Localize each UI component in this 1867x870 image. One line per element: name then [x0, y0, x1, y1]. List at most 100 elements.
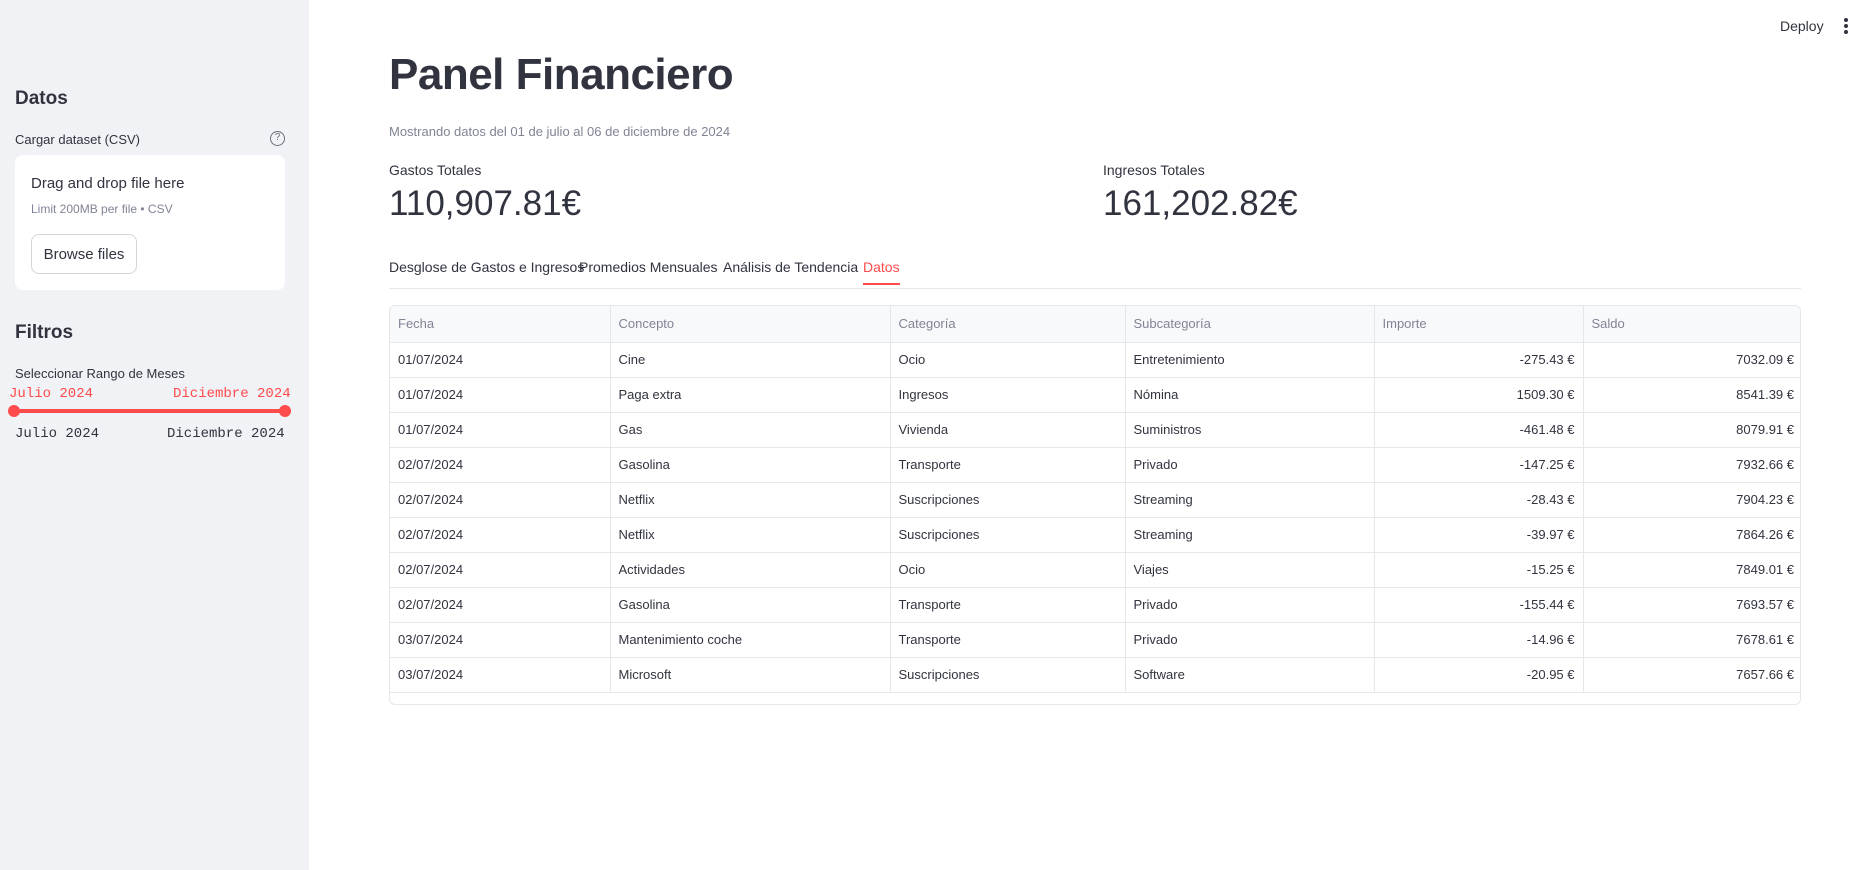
- cell-categoria[interactable]: Suscripciones: [890, 517, 1126, 553]
- column-header-fecha[interactable]: Fecha: [390, 306, 611, 343]
- column-header-categoria[interactable]: Categoría: [890, 306, 1126, 343]
- tab-promedios[interactable]: Promedios Mensuales: [579, 259, 718, 283]
- cell-subcategoria[interactable]: Suministros: [1125, 412, 1375, 448]
- metric-value-gastos: 110,907.81€: [389, 184, 582, 223]
- column-header-subcategoria[interactable]: Subcategoría: [1125, 306, 1375, 343]
- tab-datos[interactable]: Datos: [863, 259, 900, 285]
- slider-max-label: Diciembre 2024: [167, 426, 285, 442]
- browse-files-button[interactable]: Browse files: [31, 234, 137, 274]
- question-circle-icon[interactable]: ?: [270, 131, 285, 146]
- metric-label-gastos: Gastos Totales: [389, 162, 482, 178]
- cell-concepto[interactable]: Paga extra: [610, 377, 891, 413]
- cell-subcategoria[interactable]: Privado: [1125, 622, 1375, 658]
- dropzone-limit: Limit 200MB per file • CSV: [31, 202, 173, 216]
- cell-saldo[interactable]: 7032.09 €: [1583, 342, 1800, 378]
- cell-saldo[interactable]: 7932.66 €: [1583, 447, 1800, 483]
- data-table[interactable]: Fecha Concepto Categoría Subcategoría Im…: [389, 305, 1801, 705]
- cell-subcategoria[interactable]: Streaming: [1125, 517, 1375, 553]
- cell-concepto[interactable]: Gasolina: [610, 447, 891, 483]
- cell-categoria[interactable]: Transporte: [890, 447, 1126, 483]
- cell-importe[interactable]: -28.43 €: [1374, 482, 1584, 518]
- file-dropzone[interactable]: Drag and drop file here Limit 200MB per …: [15, 155, 285, 290]
- page-title: Panel Financiero: [389, 50, 734, 99]
- table-row[interactable]: 02/07/2024 Actividades Ocio Viajes -15.25 €7…: [390, 552, 1800, 588]
- slider-label: Seleccionar Rango de Meses: [15, 366, 185, 381]
- cell-concepto[interactable]: Microsoft: [610, 657, 891, 693]
- cell-fecha[interactable]: 02/07/2024: [390, 447, 611, 483]
- tab-analisis[interactable]: Análisis de Tendencia: [723, 259, 858, 283]
- month-range-slider-track[interactable]: [14, 409, 285, 413]
- cell-concepto[interactable]: Cine: [610, 342, 891, 378]
- cell-importe[interactable]: -15.25 €: [1374, 552, 1584, 588]
- cell-importe[interactable]: -275.43 €: [1374, 342, 1584, 378]
- column-header-importe[interactable]: Importe: [1374, 306, 1584, 343]
- tab-desglose[interactable]: Desglose de Gastos e Ingresos: [389, 259, 584, 283]
- cell-importe[interactable]: -155.44 €: [1374, 587, 1584, 623]
- cell-fecha[interactable]: 01/07/2024: [390, 377, 611, 413]
- cell-fecha[interactable]: 02/07/2024: [390, 552, 611, 588]
- table-row[interactable]: 02/07/2024 Gasolina Transporte Privado -147.…: [390, 447, 1800, 483]
- cell-saldo[interactable]: 8541.39 €: [1583, 377, 1800, 413]
- cell-subcategoria[interactable]: Nómina: [1125, 377, 1375, 413]
- table-row[interactable]: 01/07/2024 Gas Vivienda Suministros -461.48 …: [390, 412, 1800, 448]
- cell-fecha[interactable]: 03/07/2024: [390, 657, 611, 693]
- cell-subcategoria[interactable]: Software: [1125, 657, 1375, 693]
- cell-categoria[interactable]: Ingresos: [890, 377, 1126, 413]
- table-row[interactable]: 02/07/2024 Netflix Suscripciones Streaming -…: [390, 482, 1800, 518]
- cell-fecha[interactable]: 02/07/2024: [390, 517, 611, 553]
- cell-importe[interactable]: -20.95 €: [1374, 657, 1584, 693]
- cell-fecha[interactable]: 02/07/2024: [390, 587, 611, 623]
- cell-categoria[interactable]: Suscripciones: [890, 657, 1126, 693]
- cell-categoria[interactable]: Ocio: [890, 342, 1126, 378]
- column-header-concepto[interactable]: Concepto: [610, 306, 891, 343]
- table-header-row: Fecha Concepto Categoría Subcategoría Im…: [390, 306, 1800, 343]
- cell-fecha[interactable]: 02/07/2024: [390, 482, 611, 518]
- deploy-button[interactable]: Deploy: [1780, 18, 1824, 34]
- cell-saldo[interactable]: 8079.91 €: [1583, 412, 1800, 448]
- slider-value-start: Julio 2024: [9, 386, 94, 402]
- table-row[interactable]: 02/07/2024 Netflix Suscripciones Streaming -…: [390, 517, 1800, 553]
- slider-min-label: Julio 2024: [15, 426, 100, 442]
- cell-importe[interactable]: -14.96 €: [1374, 622, 1584, 658]
- cell-saldo[interactable]: 7693.57 €: [1583, 587, 1800, 623]
- table-row[interactable]: 03/07/2024 Microsoft Suscripciones Software…: [390, 657, 1800, 693]
- cell-saldo[interactable]: 7678.61 €: [1583, 622, 1800, 658]
- column-header-saldo[interactable]: Saldo: [1583, 306, 1800, 343]
- cell-subcategoria[interactable]: Privado: [1125, 447, 1375, 483]
- sidebar: Datos Cargar dataset (CSV) ? Drag and dr…: [0, 0, 309, 870]
- cell-importe[interactable]: -39.97 €: [1374, 517, 1584, 553]
- cell-concepto[interactable]: Netflix: [610, 517, 891, 553]
- cell-fecha[interactable]: 01/07/2024: [390, 342, 611, 378]
- cell-concepto[interactable]: Mantenimiento coche: [610, 622, 891, 658]
- table-row[interactable]: 03/07/2024 Mantenimiento coche Transporte P…: [390, 622, 1800, 658]
- cell-categoria[interactable]: Vivienda: [890, 412, 1126, 448]
- slider-thumb-start[interactable]: [8, 405, 20, 417]
- cell-saldo[interactable]: 7904.23 €: [1583, 482, 1800, 518]
- cell-saldo[interactable]: 7657.66 €: [1583, 657, 1800, 693]
- cell-concepto[interactable]: Gasolina: [610, 587, 891, 623]
- table-row[interactable]: 01/07/2024 Cine Ocio Entretenimiento -275.43…: [390, 342, 1800, 378]
- cell-importe[interactable]: -461.48 €: [1374, 412, 1584, 448]
- cell-categoria[interactable]: Suscripciones: [890, 482, 1126, 518]
- cell-importe[interactable]: 1509.30 €: [1374, 377, 1584, 413]
- cell-concepto[interactable]: Actividades: [610, 552, 891, 588]
- cell-categoria[interactable]: Ocio: [890, 552, 1126, 588]
- cell-saldo[interactable]: 7849.01 €: [1583, 552, 1800, 588]
- slider-value-end: Diciembre 2024: [173, 386, 291, 402]
- cell-subcategoria[interactable]: Entretenimiento: [1125, 342, 1375, 378]
- cell-concepto[interactable]: Gas: [610, 412, 891, 448]
- cell-importe[interactable]: -147.25 €: [1374, 447, 1584, 483]
- cell-fecha[interactable]: 03/07/2024: [390, 622, 611, 658]
- kebab-menu-icon[interactable]: [1843, 18, 1849, 36]
- cell-subcategoria[interactable]: Viajes: [1125, 552, 1375, 588]
- slider-thumb-end[interactable]: [279, 405, 291, 417]
- cell-subcategoria[interactable]: Streaming: [1125, 482, 1375, 518]
- cell-subcategoria[interactable]: Privado: [1125, 587, 1375, 623]
- cell-saldo[interactable]: 7864.26 €: [1583, 517, 1800, 553]
- cell-categoria[interactable]: Transporte: [890, 622, 1126, 658]
- table-row[interactable]: 01/07/2024 Paga extra Ingresos Nómina 1509.3…: [390, 377, 1800, 413]
- cell-fecha[interactable]: 01/07/2024: [390, 412, 611, 448]
- table-row[interactable]: 02/07/2024 Gasolina Transporte Privado -155.…: [390, 587, 1800, 623]
- cell-categoria[interactable]: Transporte: [890, 587, 1126, 623]
- cell-concepto[interactable]: Netflix: [610, 482, 891, 518]
